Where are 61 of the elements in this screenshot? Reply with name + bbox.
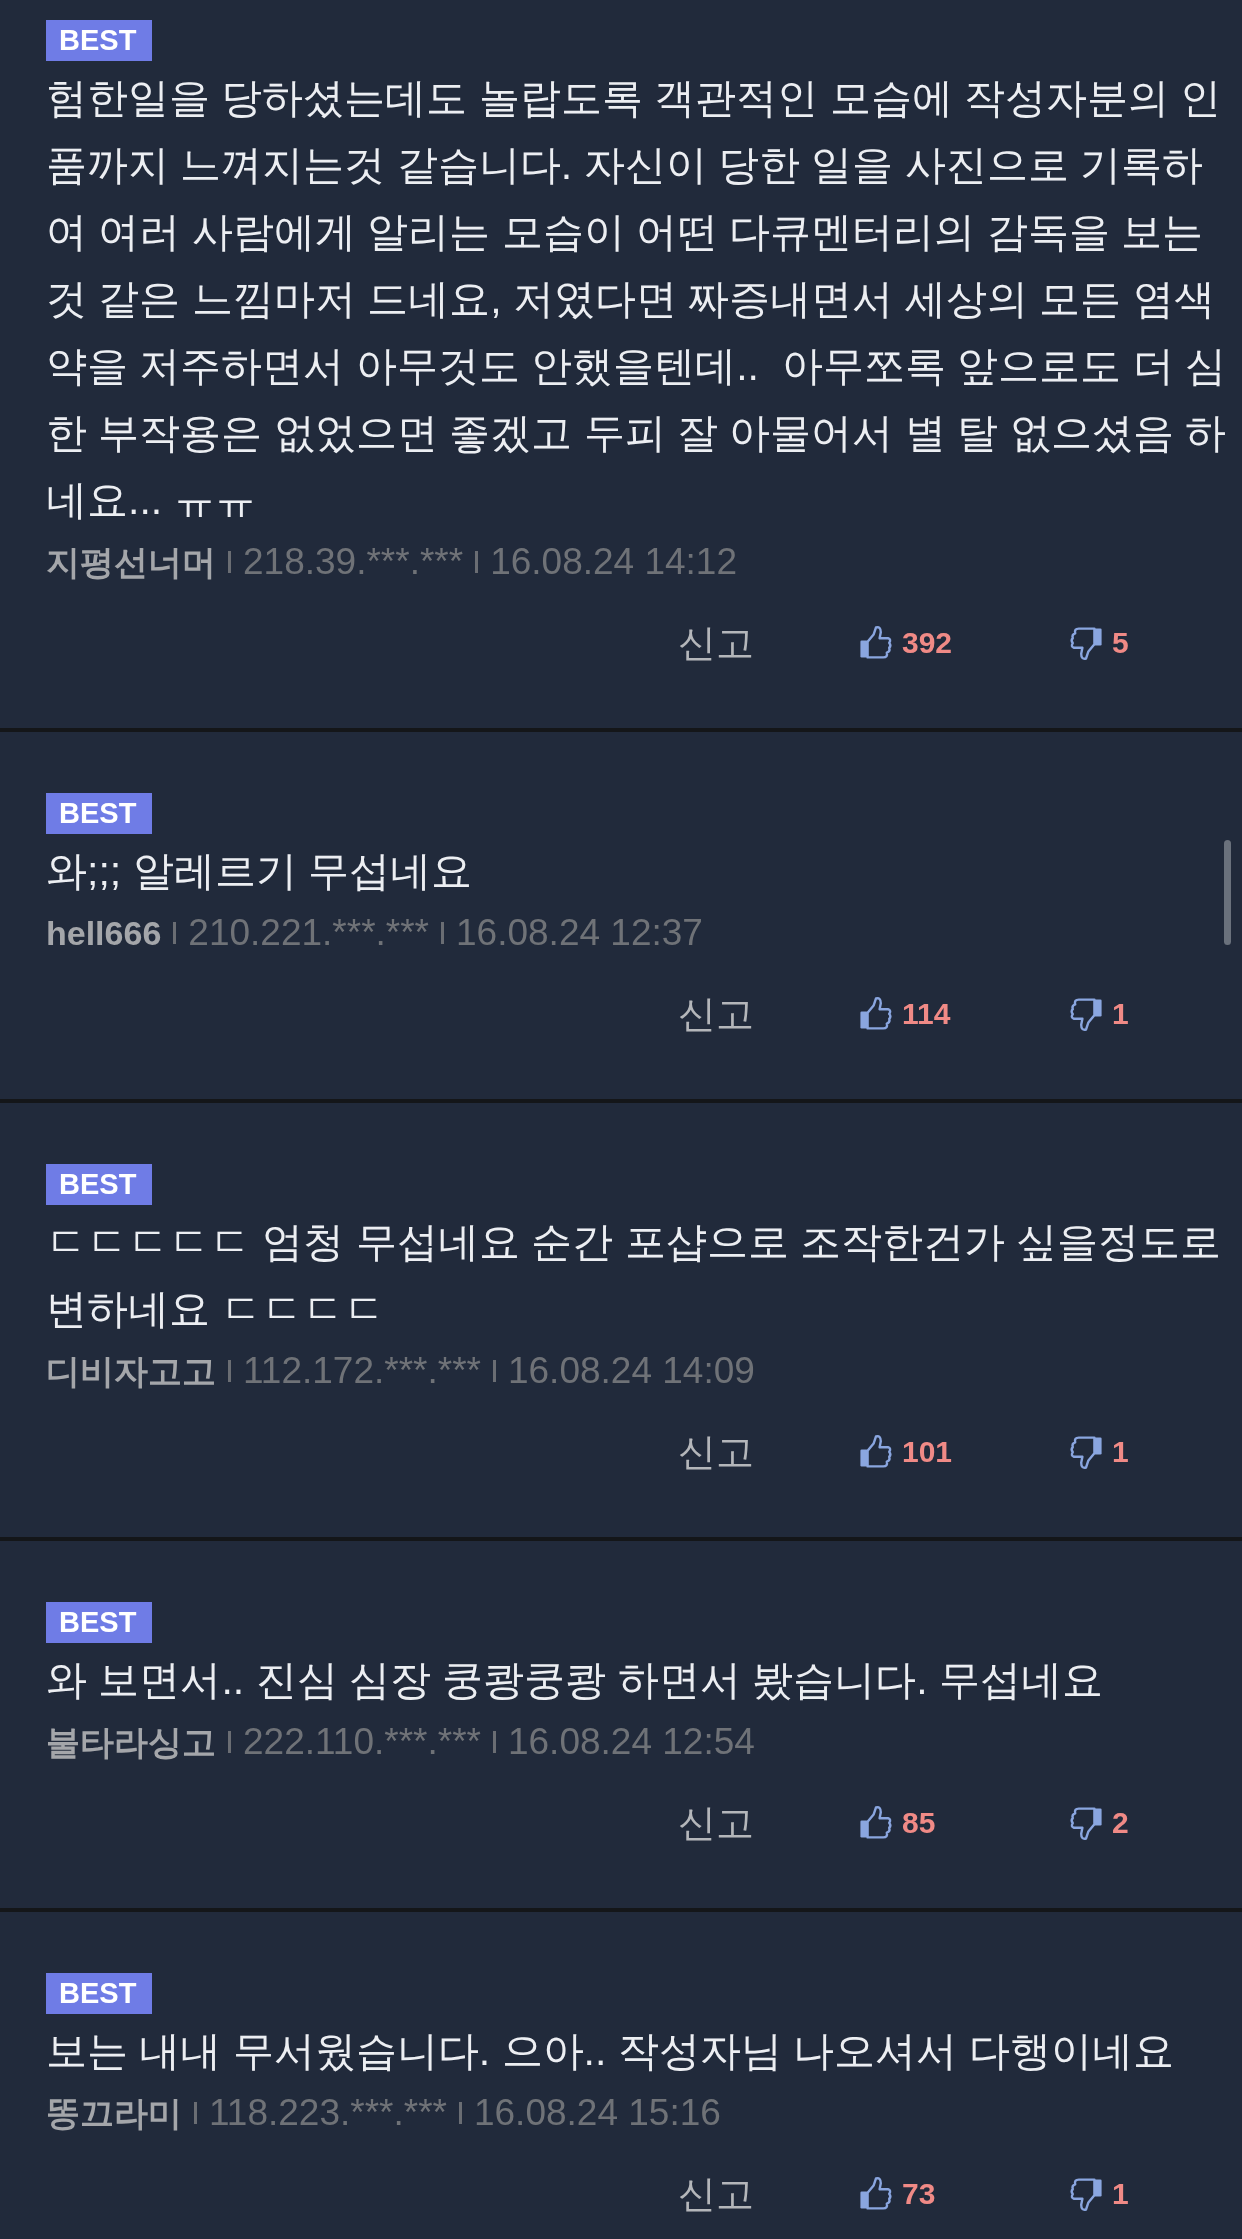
like-button[interactable]: 114 <box>858 996 951 1032</box>
author-name: 불타라싱고 <box>46 1722 216 1763</box>
author-name: hell666 <box>46 913 162 954</box>
best-badge: BEST <box>46 20 153 61</box>
dislike-button[interactable]: 1 <box>1068 2176 1129 2212</box>
comment-text: 험한일을 당하셨는데도 놀랍도록 객관적인 모습에 작성자분의 인품까지 느껴지는것 같습니다. 자신이 당한 일을 사진으로 기록하여 여러 사람에게 알리는 모습이 어떤 다큐멘터리의 감독을 보는것 같은 느낌마저 드네요, 저였다면 짜증내면서 세상의 모든 염색약을 저주하면서 아무것도 안했을텐데.. 아무쪼록 앞으로도 더 심한 부작용은 없었으면 좋겠고 두피 잘 아물어서 별 탈 없으셨음 하네요... ㅠㅠ <box>46 74 1226 525</box>
comment-date: 16.08.24 14:09 <box>507 1349 755 1393</box>
separator-bar <box>173 922 177 944</box>
comment-date: 16.08.24 15:16 <box>473 2091 721 2135</box>
best-badge: BEST <box>46 1973 153 2014</box>
thumbs-down-icon <box>1068 1805 1104 1841</box>
comment-date: 16.08.24 12:37 <box>456 911 703 955</box>
comment-text: 와 보면서.. 진심 심장 쿵쾅쿵쾅 하면서 봤습니다. 무섭네요 <box>46 1656 1103 1705</box>
report-button[interactable]: 신고 <box>678 1426 754 1478</box>
separator-bar <box>228 1360 231 1382</box>
best-badge: BEST <box>46 793 153 834</box>
author-name: 지평선너머 <box>46 542 216 583</box>
thumbs-down-icon <box>1068 625 1104 661</box>
comment-date: 16.08.24 12:54 <box>507 1720 755 1764</box>
report-button[interactable]: 신고 <box>678 1797 754 1849</box>
comment-text: 보는 내내 무서웠습니다. 으아.. 작성자님 나오셔서 다행이네요 <box>46 2027 1174 2076</box>
separator-bar <box>441 922 444 944</box>
best-badge: BEST <box>46 1602 153 1643</box>
report-button[interactable]: 신고 <box>678 2168 754 2220</box>
scroll-thumb[interactable] <box>1224 840 1231 945</box>
separator-bar <box>492 1360 496 1382</box>
thumbs-down-icon <box>1068 996 1104 1032</box>
dislike-button[interactable]: 1 <box>1068 1434 1129 1470</box>
author-name: 디비자고고 <box>46 1351 216 1392</box>
dislike-button[interactable]: 5 <box>1068 625 1129 661</box>
thumbs-up-icon <box>858 1434 894 1470</box>
thumbs-up-icon <box>858 1805 894 1841</box>
report-button[interactable]: 신고 <box>678 988 754 1040</box>
separator-bar <box>475 551 479 573</box>
thumbs-down-icon <box>1068 2176 1104 2212</box>
separator-bar <box>228 1731 231 1753</box>
comment-text: ㄷㄷㄷㄷㄷ 엄청 무섭네요 순간 포샵으로 조작한건가 싶을정도로 변하네요 ㄷㄷㄷㄷ <box>46 1218 1223 1334</box>
like-button[interactable]: 85 <box>858 1805 936 1841</box>
thumbs-up-icon <box>858 2176 894 2212</box>
ip-address: 218.39.***.*** <box>243 540 464 584</box>
comment-text: 와;;; 알레르기 무섭네요 <box>46 847 472 896</box>
ip-address: 112.172.***.*** <box>243 1349 481 1393</box>
ip-address: 210.221.***.*** <box>188 911 429 955</box>
like-button[interactable]: 101 <box>858 1434 953 1470</box>
separator-bar <box>194 2102 197 2124</box>
separator-bar <box>458 2102 462 2124</box>
ip-address: 118.223.***.*** <box>209 2091 447 2135</box>
like-button[interactable]: 73 <box>858 2176 936 2212</box>
dislike-button[interactable]: 2 <box>1068 1805 1129 1841</box>
thumbs-up-icon <box>858 996 894 1032</box>
report-button[interactable]: 신고 <box>678 617 754 669</box>
ip-address: 222.110.***.*** <box>243 1720 481 1764</box>
dislike-button[interactable]: 1 <box>1068 996 1129 1032</box>
author-name: 똥끄라미 <box>46 2093 182 2134</box>
like-button[interactable]: 392 <box>858 625 953 661</box>
comment-date: 16.08.24 14:12 <box>490 540 738 584</box>
thumbs-down-icon <box>1068 1434 1104 1470</box>
separator-bar <box>228 551 231 573</box>
thumbs-up-icon <box>858 625 894 661</box>
separator-bar <box>492 1731 496 1753</box>
best-badge: BEST <box>46 1164 153 1205</box>
